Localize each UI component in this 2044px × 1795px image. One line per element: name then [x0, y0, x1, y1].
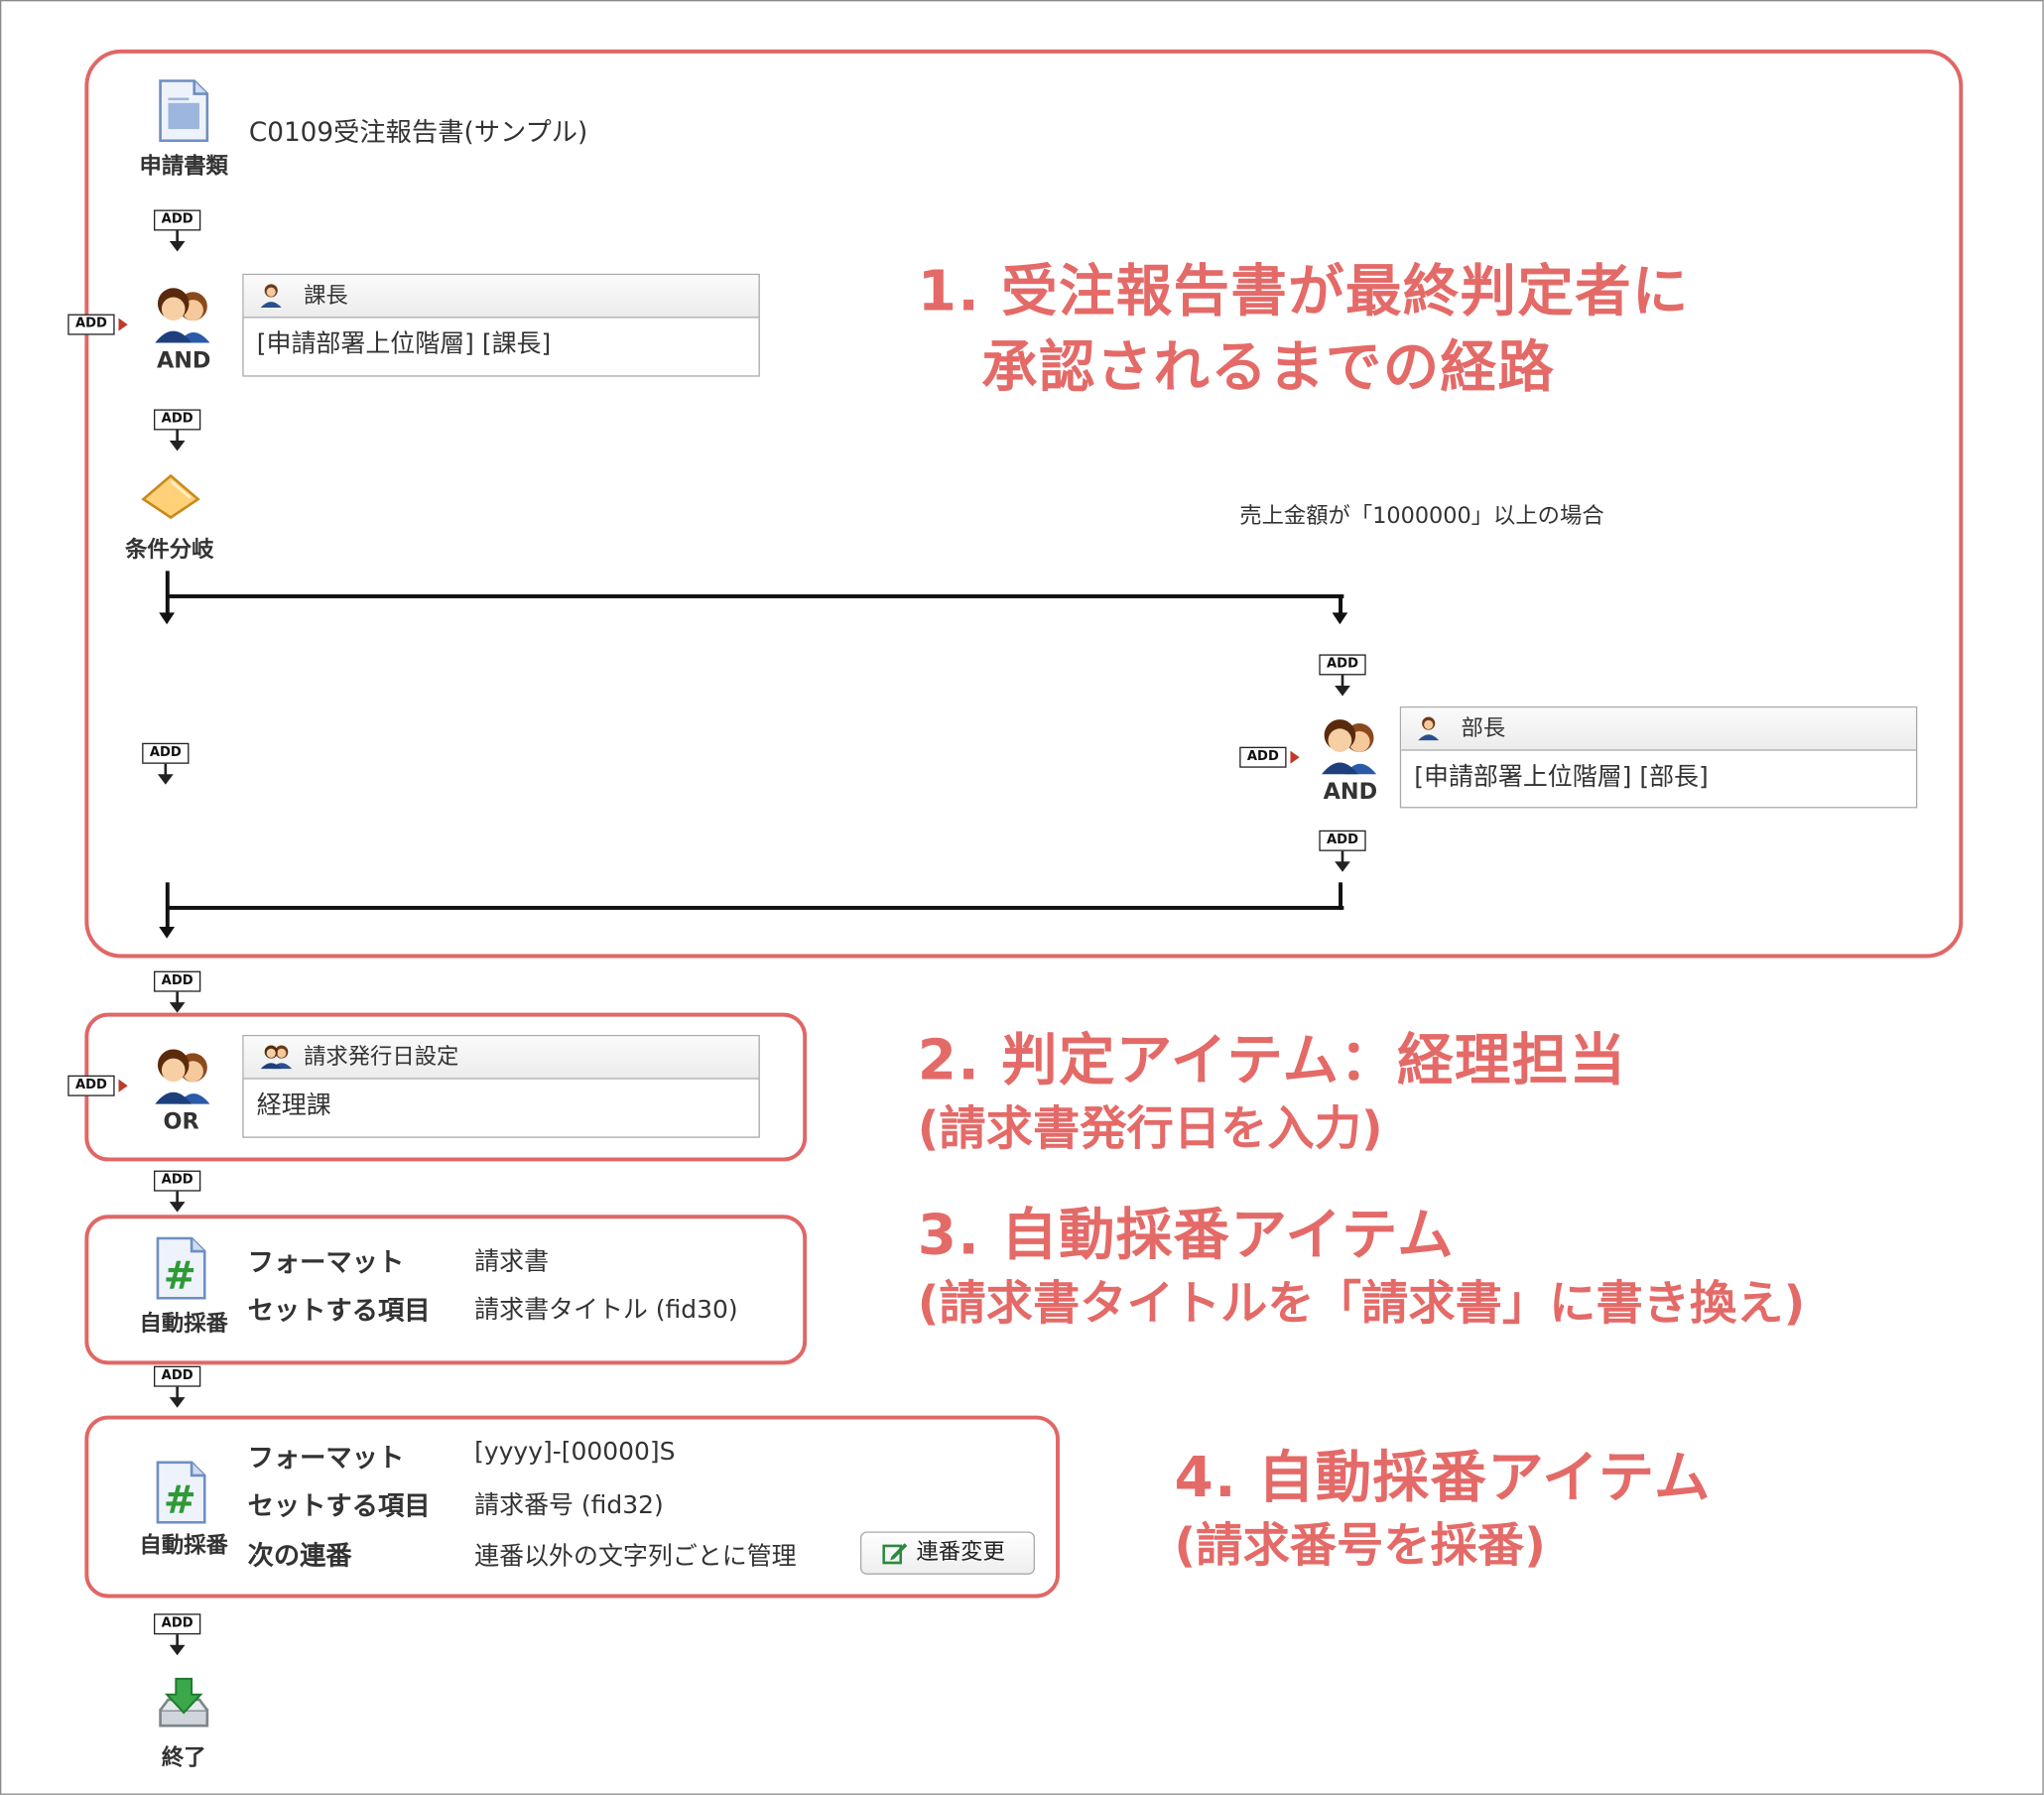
annotation-3-line2: (請求書タイトルを「請求書」に書き換え) [917, 1277, 1806, 1332]
document-icon[interactable] [158, 79, 210, 147]
group-users-icon[interactable] [1317, 714, 1382, 782]
auto1-format-key: フォーマット [247, 1245, 405, 1278]
approver2-title: 部長 [1461, 715, 1506, 742]
annotation-2-line1: 2. 判定アイテム：経理担当 [917, 1028, 1627, 1094]
add-connector[interactable]: ADD [154, 209, 201, 254]
add-button[interactable]: ADD [67, 1075, 115, 1096]
approver1-panel[interactable]: 課長 [申請部署上位階層] [課長] [242, 273, 760, 377]
add-button[interactable]: ADD [1239, 746, 1287, 768]
annotation-4-line1: 4. 自動採番アイテム [1174, 1445, 1712, 1511]
end-tray-icon[interactable] [155, 1676, 212, 1738]
add-connector[interactable]: ADD [1319, 654, 1366, 699]
branch-label: 条件分岐 [125, 537, 214, 564]
workflow-canvas: 1. 受注報告書が最終判定者に 承認されるまでの経路 2. 判定アイテム：経理担… [0, 0, 2044, 1795]
merge-bottom-line [167, 905, 1344, 910]
add-connector[interactable]: ADD [154, 1170, 201, 1216]
branch-left-arrow [159, 612, 176, 625]
annotation-1-line1: 1. 受注報告書が最終判定者に [917, 259, 1690, 325]
judge-header: 請求発行日設定 [243, 1036, 759, 1080]
change-sequence-button[interactable]: 連番変更 [859, 1531, 1035, 1575]
approver2-logic: AND [1323, 779, 1378, 806]
add-connector[interactable]: ADD [154, 409, 201, 453]
hash-document-icon[interactable]: # [155, 1236, 207, 1305]
add-connector[interactable]: ADD [154, 970, 201, 1016]
add-connector[interactable]: ADD [142, 742, 190, 788]
merge-right-stem [1339, 882, 1343, 910]
approver2-panel[interactable]: 部長 [申請部署上位階層] [部長] [1399, 705, 1918, 809]
edit-icon [882, 1543, 908, 1565]
annotation-4-line2: (請求番号を採番) [1174, 1519, 1546, 1574]
branch-diamond-icon[interactable] [141, 473, 200, 526]
auto2-format-key: フォーマット [247, 1441, 405, 1474]
approver1-header: 課長 [243, 275, 759, 319]
svg-text:#: # [164, 1477, 196, 1523]
approver1-body: [申請部署上位階層] [課長] [256, 329, 552, 359]
add-button[interactable]: ADD [154, 1613, 201, 1635]
document-title: C0109受注報告書(サンプル) [248, 115, 588, 148]
auto2-label: 自動採番 [139, 1532, 228, 1560]
end-label: 終了 [161, 1744, 206, 1772]
merge-left-arrow [159, 926, 176, 939]
group-users-icon[interactable] [150, 283, 215, 350]
branch-left-stem [165, 571, 170, 618]
approver2-header: 部長 [1401, 707, 1916, 751]
auto1-target-key: セットする項目 [247, 1294, 431, 1326]
user-icon [1418, 716, 1440, 741]
judge-logic: OR [163, 1108, 199, 1136]
hash-document-icon[interactable]: # [155, 1461, 207, 1529]
add-button[interactable]: ADD [1319, 654, 1366, 676]
add-button[interactable]: ADD [142, 742, 190, 764]
document-node-label: 申請書類 [139, 154, 228, 181]
merge-left-stem [165, 882, 170, 933]
add-button[interactable]: ADD [154, 209, 201, 231]
auto1-target-value: 請求書タイトル (fid30) [474, 1295, 738, 1325]
add-side-connector[interactable]: ADD [67, 1075, 128, 1096]
user-icon [260, 284, 282, 309]
auto1-format-value: 請求書 [474, 1247, 550, 1277]
auto2-next-key: 次の連番 [247, 1539, 352, 1571]
highlight-route [84, 49, 1964, 959]
auto2-next-value: 連番以外の文字列ごとに管理 [474, 1541, 797, 1571]
add-button[interactable]: ADD [154, 970, 201, 992]
approver2-body: [申請部署上位階層] [部長] [1414, 762, 1709, 792]
add-button[interactable]: ADD [154, 1365, 201, 1387]
add-button[interactable]: ADD [1319, 830, 1366, 851]
judge-title: 請求発行日設定 [304, 1044, 459, 1071]
annotation-1-line2: 承認されるまでの経路 [981, 334, 1556, 401]
add-button[interactable]: ADD [67, 314, 115, 335]
auto2-target-key: セットする項目 [247, 1489, 431, 1521]
branch-right-arrow [1332, 612, 1348, 625]
add-connector[interactable]: ADD [154, 1365, 201, 1411]
auto1-label: 自動採番 [139, 1311, 228, 1338]
add-side-connector[interactable]: ADD [67, 314, 128, 335]
branch-condition: 売上金額が「1000000」以上の場合 [1239, 503, 1604, 530]
add-button[interactable]: ADD [154, 409, 201, 431]
add-button[interactable]: ADD [154, 1170, 201, 1192]
auto2-format-value: [yyyy]-[00000]S [474, 1437, 676, 1467]
add-side-connector[interactable]: ADD [1239, 746, 1300, 768]
approver1-title: 課長 [304, 283, 348, 310]
judge-body: 経理課 [256, 1090, 331, 1120]
change-sequence-label: 連番変更 [916, 1539, 1005, 1566]
add-connector[interactable]: ADD [1319, 830, 1366, 875]
approver1-logic: AND [156, 347, 211, 375]
judge-panel[interactable]: 請求発行日設定 経理課 [242, 1034, 760, 1138]
group-icon [260, 1045, 293, 1070]
svg-text:#: # [164, 1253, 196, 1299]
auto2-target-value: 請求番号 (fid32) [474, 1490, 664, 1520]
annotation-3-line1: 3. 自動採番アイテム [917, 1203, 1455, 1269]
branch-top-line [167, 594, 1344, 598]
add-connector[interactable]: ADD [154, 1613, 201, 1658]
annotation-2-line2: (請求書発行日を入力) [917, 1102, 1383, 1157]
group-users-icon[interactable] [150, 1044, 215, 1111]
